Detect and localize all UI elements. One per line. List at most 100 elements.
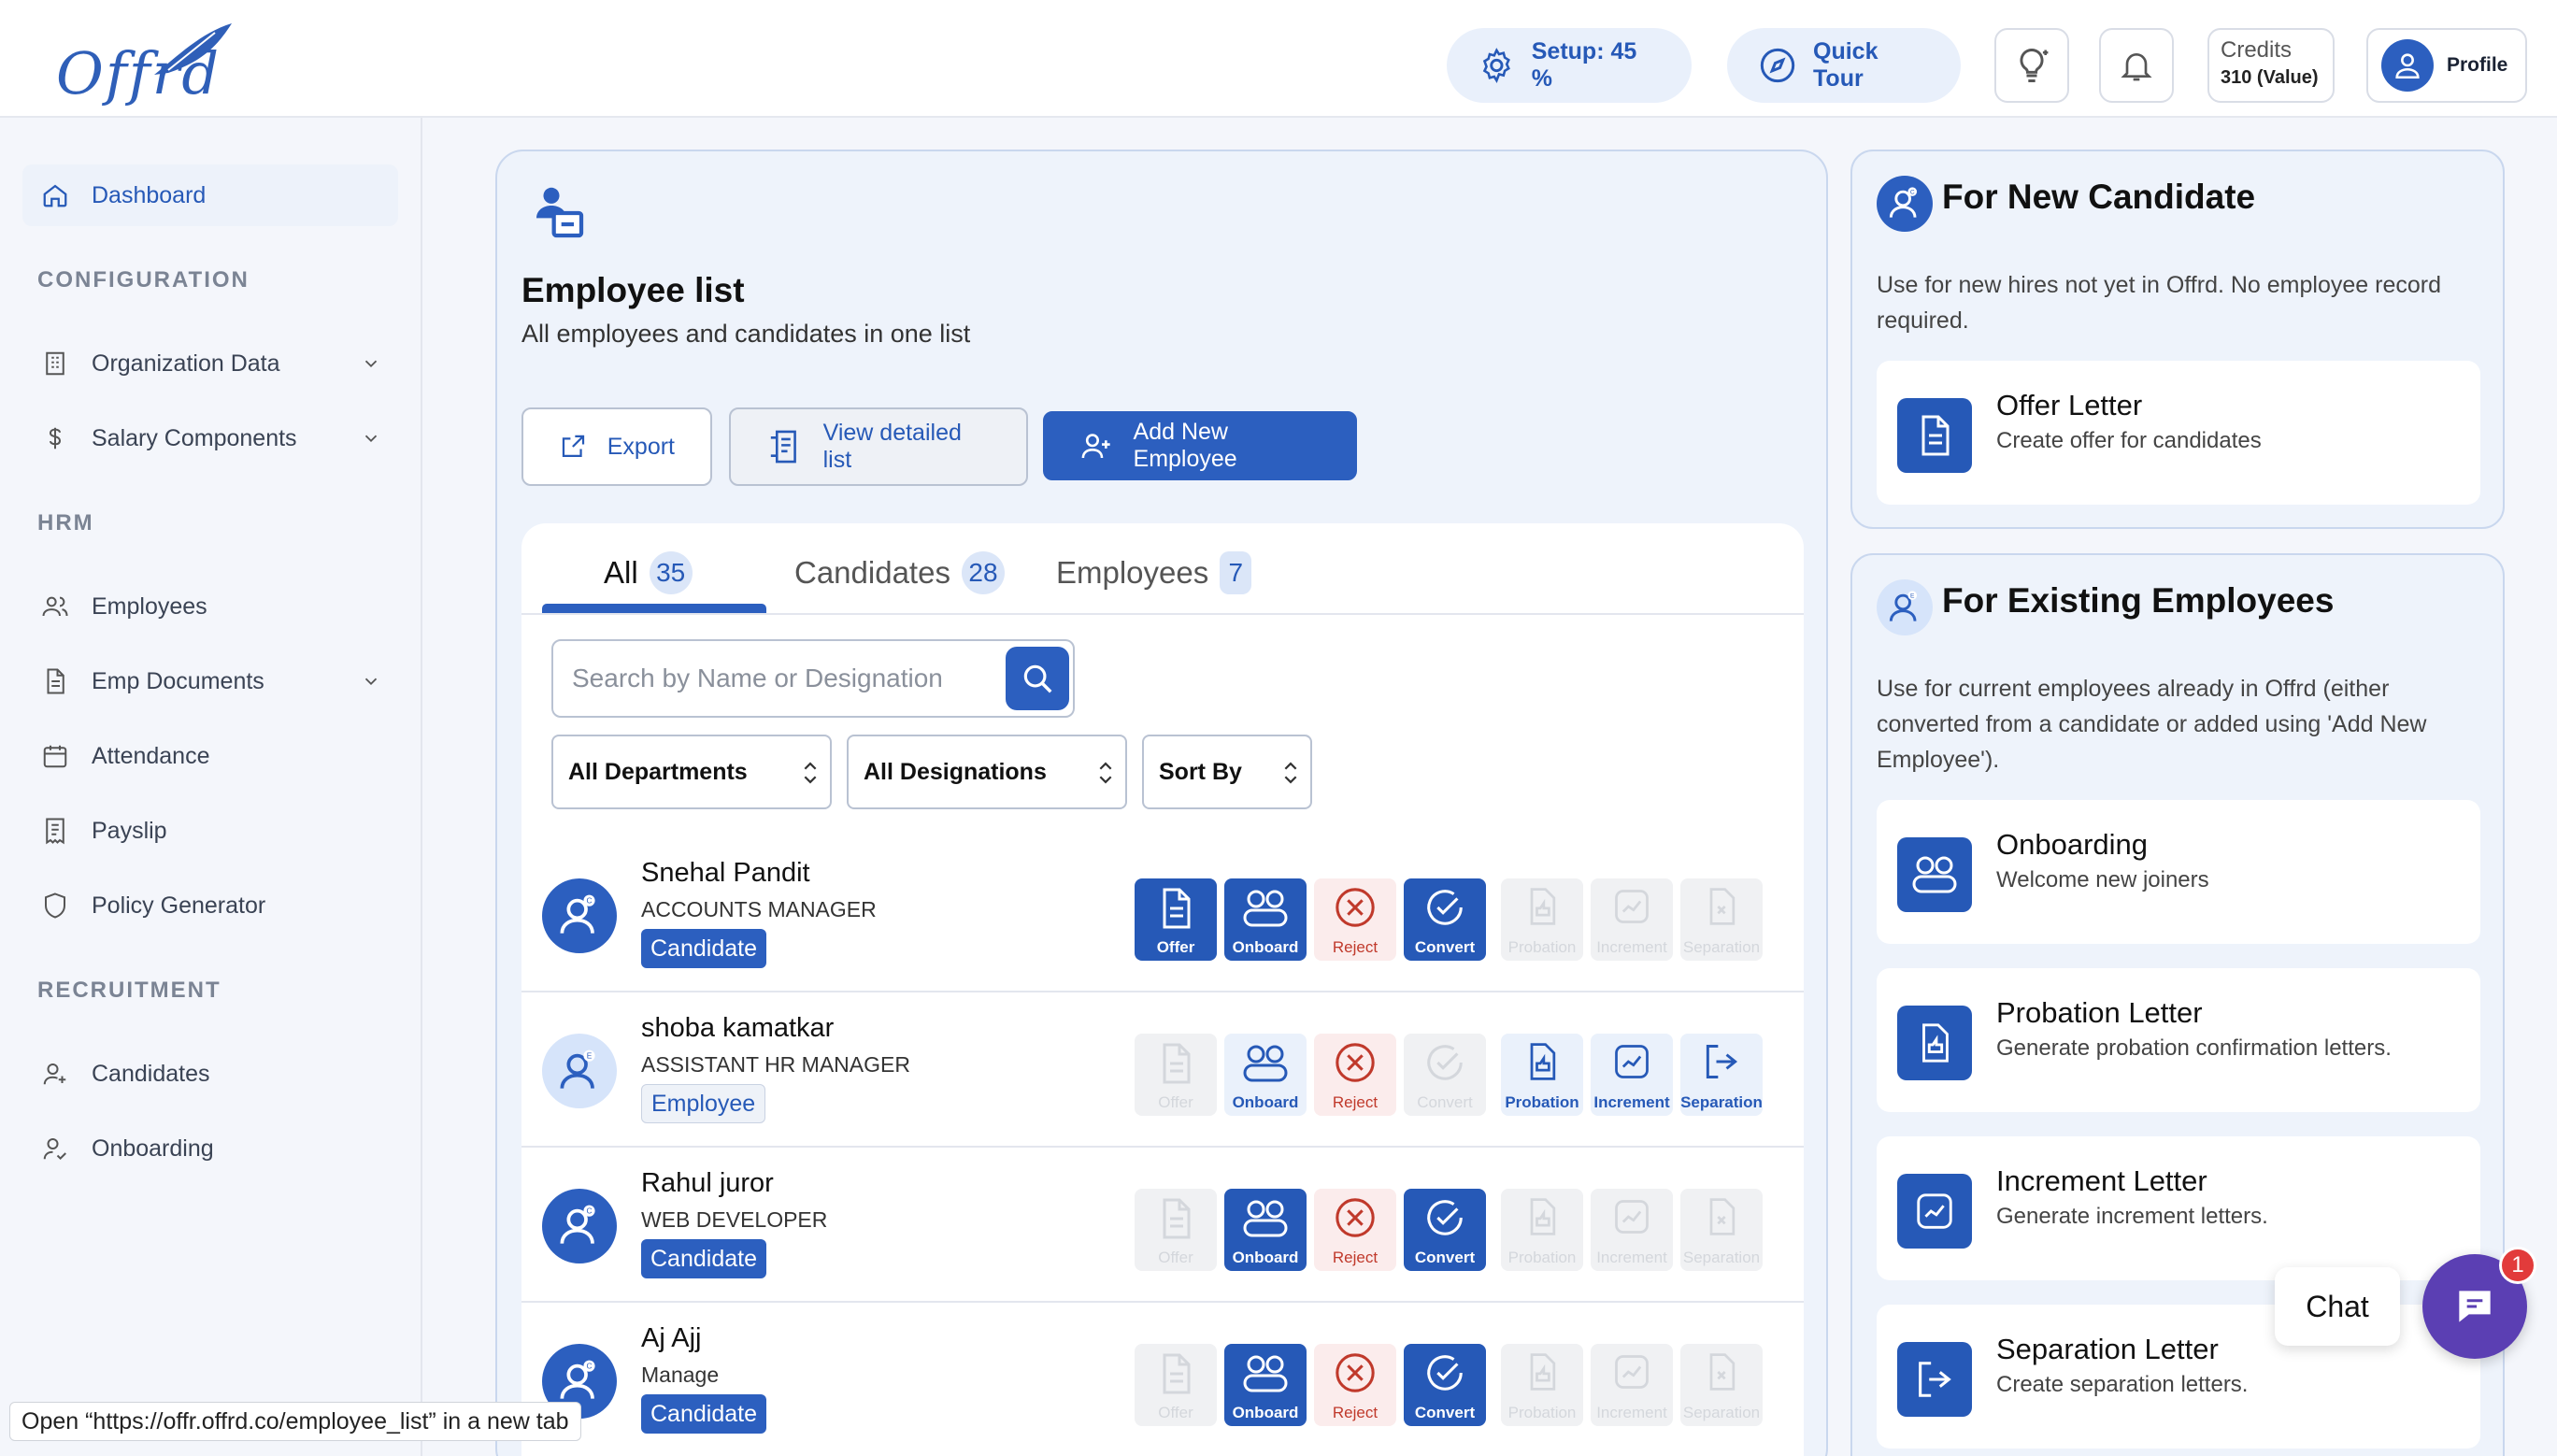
- logout-icon: [1897, 1342, 1972, 1417]
- table-row[interactable]: C Snehal Pandit ACCOUNTS MANAGER Candida…: [521, 837, 1804, 992]
- increment-action-button[interactable]: Increment: [1591, 1189, 1673, 1271]
- separation-action-button[interactable]: Separation: [1680, 1189, 1763, 1271]
- employee-name[interactable]: Rahul juror: [641, 1168, 774, 1199]
- action-label: Onboard: [1232, 938, 1299, 956]
- table-row[interactable]: C Rahul juror WEB DEVELOPER Candidate Of…: [521, 1148, 1804, 1303]
- chevron-down-icon: [364, 435, 378, 443]
- notifications-button[interactable]: [2099, 28, 2174, 103]
- employee-name[interactable]: shoba kamatkar: [641, 1013, 834, 1044]
- convert-action-button[interactable]: Convert: [1404, 878, 1486, 961]
- sidebar-item-candidates[interactable]: Candidates: [22, 1043, 398, 1105]
- employee-role: ASSISTANT HR MANAGER: [641, 1052, 910, 1077]
- profile-button[interactable]: Profile: [2366, 28, 2527, 103]
- sidebar-item-emp-documents[interactable]: Emp Documents: [22, 650, 398, 712]
- tips-button[interactable]: [1994, 28, 2069, 103]
- add-new-employee-button[interactable]: Add New Employee: [1043, 411, 1357, 480]
- chat-label-bubble[interactable]: Chat: [2275, 1267, 2400, 1346]
- employee-avatar-icon: E: [1877, 579, 1933, 635]
- sidebar-item-attendance[interactable]: Attendance: [22, 725, 398, 787]
- offer-action-button[interactable]: Offer: [1135, 1344, 1217, 1426]
- action-label: Offer: [1158, 1404, 1193, 1421]
- offrd-logo[interactable]: Offrd: [47, 19, 234, 107]
- home-icon: [43, 184, 67, 207]
- thumbs-up-document-icon: [1530, 1353, 1556, 1391]
- status-badge: Employee: [641, 1084, 766, 1123]
- tab-candidates[interactable]: Candidates 28: [794, 550, 1005, 596]
- reject-action-button[interactable]: Reject: [1314, 1034, 1396, 1116]
- offer-letter-item[interactable]: Offer Letter Create offer for candidates: [1877, 361, 2480, 505]
- department-select[interactable]: All Departments: [551, 735, 832, 809]
- table-row[interactable]: C Aj Ajj Manage Candidate Offer Onboard …: [521, 1303, 1804, 1456]
- offer-action-button[interactable]: Offer: [1135, 878, 1217, 961]
- offer-action-button[interactable]: Offer: [1135, 1189, 1217, 1271]
- onboarding-item[interactable]: Onboarding Welcome new joiners: [1877, 800, 2480, 944]
- sort-by-select[interactable]: Sort By: [1142, 735, 1312, 809]
- credits-box[interactable]: Credits 310 (Value): [2207, 28, 2335, 103]
- setup-label: Setup: 45 %: [1531, 38, 1637, 92]
- table-row[interactable]: E shoba kamatkar ASSISTANT HR MANAGER Em…: [521, 992, 1804, 1148]
- onboard-action-button[interactable]: Onboard: [1224, 1344, 1307, 1426]
- search-box: [551, 639, 1075, 718]
- link-status-bar: Open “https://offr.offrd.co/employee_lis…: [9, 1402, 581, 1441]
- employee-name[interactable]: Snehal Pandit: [641, 858, 810, 889]
- view-detailed-list-button[interactable]: View detailed list: [729, 407, 1028, 486]
- sidebar-item-organization-data[interactable]: Organization Data: [22, 333, 398, 394]
- separation-action-button[interactable]: Separation: [1680, 1344, 1763, 1426]
- action-label: Separation: [1682, 1249, 1761, 1266]
- probation-action-button[interactable]: Probation: [1501, 1189, 1583, 1271]
- reject-action-button[interactable]: Reject: [1314, 1189, 1396, 1271]
- action-label: Increment: [1593, 1093, 1670, 1111]
- sidebar-label: Candidates: [92, 1060, 210, 1087]
- section-configuration: CONFIGURATION: [37, 267, 250, 293]
- sidebar-item-dashboard[interactable]: Dashboard: [22, 164, 398, 226]
- onboard-action-button[interactable]: Onboard: [1224, 1189, 1307, 1271]
- quick-tour-button[interactable]: Quick Tour: [1727, 28, 1961, 103]
- designation-select[interactable]: All Designations: [847, 735, 1127, 809]
- increment-action-button[interactable]: Increment: [1591, 1344, 1673, 1426]
- logout-icon: [1706, 1045, 1738, 1078]
- sidebar-item-policy-generator[interactable]: Policy Generator: [22, 875, 398, 936]
- candidate-avatar-icon: C: [542, 1189, 617, 1263]
- existing-employees-description: Use for current employees already in Off…: [1877, 676, 2427, 773]
- setup-progress-button[interactable]: Setup: 45 %: [1447, 28, 1692, 103]
- check-circle-icon: [1427, 1200, 1463, 1235]
- convert-action-button[interactable]: Convert: [1404, 1344, 1486, 1426]
- tab-count: 35: [649, 551, 693, 594]
- increment-action-button[interactable]: Increment: [1591, 1034, 1673, 1116]
- employee-name[interactable]: Aj Ajj: [641, 1323, 701, 1354]
- action-label: Reject: [1332, 938, 1378, 956]
- sidebar-item-payslip[interactable]: Payslip: [22, 800, 398, 862]
- sidebar-item-employees[interactable]: Employees: [22, 576, 398, 637]
- tab-employees[interactable]: Employees 7: [1056, 550, 1252, 596]
- sidebar-label: Dashboard: [92, 181, 207, 208]
- probation-action-button[interactable]: Probation: [1501, 878, 1583, 961]
- export-button[interactable]: Export: [521, 407, 712, 486]
- probation-letter-item[interactable]: Probation Letter Generate probation conf…: [1877, 968, 2480, 1112]
- probation-action-button[interactable]: Probation: [1501, 1344, 1583, 1426]
- increment-action-button[interactable]: Increment: [1591, 878, 1673, 961]
- convert-action-button[interactable]: Convert: [1404, 1189, 1486, 1271]
- check-circle-icon: [1427, 1045, 1463, 1080]
- action-label: Increment: [1596, 938, 1667, 956]
- sidebar-item-onboarding[interactable]: Onboarding: [22, 1118, 398, 1179]
- document-icon: [47, 668, 64, 694]
- action-label: Onboard: [1232, 1093, 1299, 1111]
- offer-action-button[interactable]: Offer: [1135, 1034, 1217, 1116]
- reject-action-button[interactable]: Reject: [1314, 878, 1396, 961]
- convert-action-button[interactable]: Convert: [1404, 1034, 1486, 1116]
- probation-action-button[interactable]: Probation: [1501, 1034, 1583, 1116]
- sidebar-item-salary-components[interactable]: Salary Components: [22, 407, 398, 469]
- search-button[interactable]: [1006, 647, 1069, 710]
- separation-action-button[interactable]: Separation: [1680, 1034, 1763, 1116]
- tab-all[interactable]: All 35: [604, 550, 693, 596]
- increment-letter-item[interactable]: Increment Letter Generate increment lett…: [1877, 1136, 2480, 1280]
- reject-action-button[interactable]: Reject: [1314, 1344, 1396, 1426]
- onboard-action-button[interactable]: Onboard: [1224, 878, 1307, 961]
- x-document-icon: [1709, 888, 1736, 925]
- search-input[interactable]: [572, 658, 1002, 699]
- sidebar-label: Payslip: [92, 817, 167, 844]
- check-circle-icon: [1427, 1355, 1463, 1391]
- separation-action-button[interactable]: Separation: [1680, 878, 1763, 961]
- onboard-action-button[interactable]: Onboard: [1224, 1034, 1307, 1116]
- tab-count: 7: [1220, 551, 1252, 594]
